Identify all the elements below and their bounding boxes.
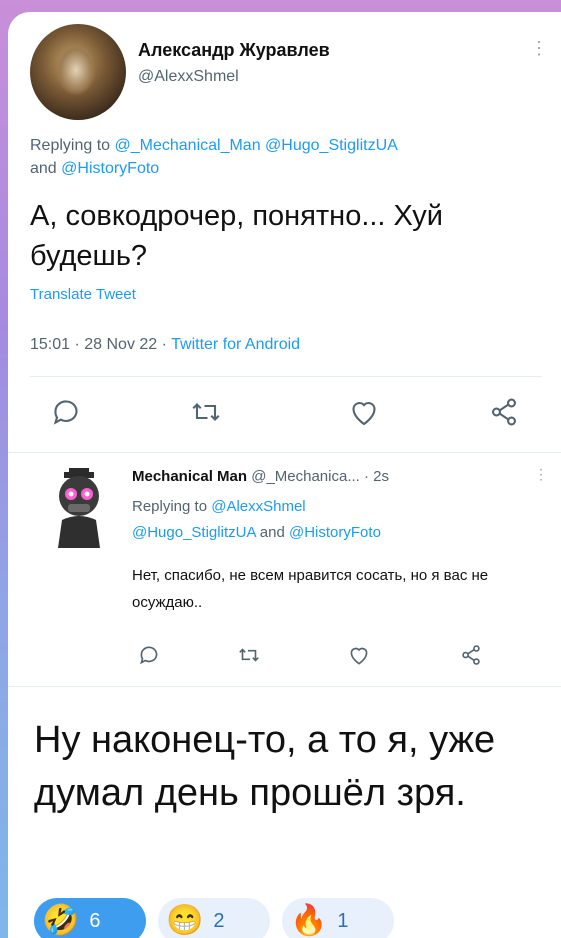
- replying-to-label: Replying to: [30, 137, 115, 154]
- message-caption: Ну наконец-то, а то я, уже думал день пр…: [34, 719, 496, 814]
- like-icon[interactable]: [346, 642, 376, 672]
- replying-to: Replying to @AlexxShmel @Hugo_StiglitzUA …: [132, 494, 532, 546]
- divider: [30, 376, 542, 377]
- reply-author-name[interactable]: Mechanical Man: [132, 468, 247, 485]
- divider: [8, 686, 561, 687]
- reaction-rofl[interactable]: 🤣 6: [34, 898, 146, 938]
- author-name[interactable]: Александр Журавлев: [138, 40, 330, 61]
- retweet-icon[interactable]: [236, 642, 266, 672]
- replying-and-label: and: [30, 160, 62, 177]
- reply-icon[interactable]: [48, 394, 88, 434]
- tweet-meta: 15:01 · 28 Nov 22 · Twitter for Android: [30, 336, 300, 354]
- replying-to: Replying to @_Mechanical_Man @Hugo_Stigl…: [30, 134, 550, 180]
- reaction-count: 2: [213, 909, 225, 932]
- reply-actions: [132, 642, 492, 672]
- avatar[interactable]: [30, 24, 126, 120]
- divider: [8, 452, 561, 453]
- translate-link[interactable]: Translate Tweet: [30, 286, 136, 303]
- mention-link[interactable]: @Hugo_StiglitzUA: [132, 524, 256, 541]
- timestamp: 15:01 · 28 Nov 22 ·: [30, 336, 172, 353]
- reactions-bar: 🤣 6 😁 2 🔥 1: [34, 890, 454, 938]
- reply-text: Нет, спасибо, не всем нравится сосать, н…: [132, 567, 489, 611]
- reply-author[interactable]: Mechanical Man @_Mechanica... · 2s: [132, 468, 389, 485]
- reaction-count: 1: [337, 909, 349, 932]
- reply-avatar[interactable]: [50, 468, 108, 548]
- share-icon[interactable]: [486, 394, 526, 434]
- mention-link[interactable]: @HistoryFoto: [289, 524, 381, 541]
- fire-emoji-icon: 🔥: [290, 904, 328, 937]
- share-icon[interactable]: [458, 642, 488, 672]
- mention-link[interactable]: @Hugo_StiglitzUA: [265, 137, 398, 154]
- reaction-fire[interactable]: 🔥 1: [282, 898, 394, 938]
- mention-link[interactable]: @_Mechanical_Man: [115, 137, 261, 154]
- reply-icon[interactable]: [136, 642, 166, 672]
- reaction-grin[interactable]: 😁 2: [158, 898, 270, 938]
- rofl-emoji-icon: 🤣: [42, 904, 80, 937]
- reaction-count: 6: [89, 909, 101, 932]
- grin-emoji-icon: 😁: [166, 904, 204, 937]
- tweet-actions: [30, 394, 542, 434]
- more-icon[interactable]: ⋮: [530, 38, 548, 59]
- mention-link[interactable]: @AlexxShmel: [211, 498, 305, 515]
- retweet-icon[interactable]: [188, 394, 228, 434]
- like-icon[interactable]: [346, 394, 386, 434]
- client-link[interactable]: Twitter for Android: [171, 336, 300, 353]
- mention-link[interactable]: @HistoryFoto: [61, 160, 159, 177]
- replying-and-label: and: [255, 524, 289, 541]
- replying-to-label: Replying to: [132, 498, 212, 515]
- author-handle[interactable]: @AlexxShmel: [138, 68, 239, 86]
- message-bubble: Александр Журавлев @AlexxShmel ⋮ Replyin…: [8, 12, 561, 938]
- reply-handle-time: @_Mechanica... · 2s: [247, 468, 389, 485]
- tweet-text: А, совкодрочер, понятно... Хуй будешь?: [30, 200, 443, 272]
- more-icon[interactable]: ⋮: [534, 466, 548, 483]
